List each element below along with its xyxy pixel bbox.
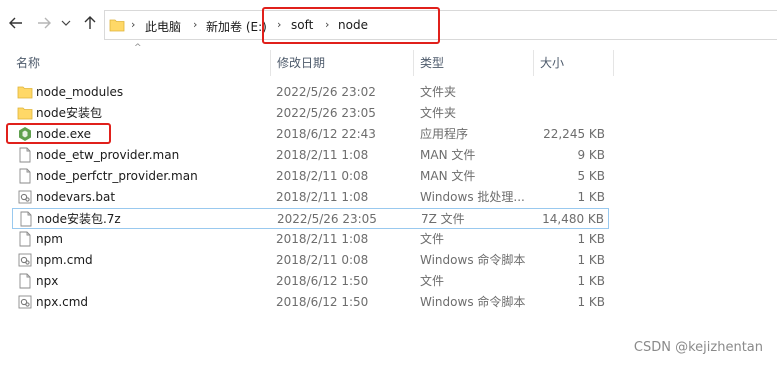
file-row[interactable]: npx.cmd 2018/6/12 1:50 Windows 命令脚本 1 KB (12, 292, 609, 313)
file-modified-date: 2022/5/26 23:05 (276, 106, 376, 120)
file-size: 1 KB (577, 232, 605, 246)
file-type: MAN 文件 (420, 169, 476, 183)
file-name: npm.cmd (36, 253, 93, 267)
breadcrumb-separator-icon: › (193, 18, 198, 31)
column-divider[interactable] (533, 50, 534, 76)
file-type: 文件夹 (420, 106, 457, 120)
file-modified-date: 2018/6/12 1:50 (276, 295, 369, 309)
file-modified-date: 2018/6/12 22:43 (276, 127, 376, 141)
file-name: npx (36, 274, 59, 288)
file-modified-date: 2018/2/11 1:08 (276, 190, 369, 204)
file-modified-date: 2018/2/11 1:08 (276, 148, 369, 162)
file-row[interactable]: npm 2018/2/11 1:08 文件 1 KB (12, 229, 609, 250)
column-divider[interactable] (270, 50, 271, 76)
batch-file-icon (17, 252, 33, 268)
column-header-name[interactable]: 名称 (16, 50, 40, 76)
file-type: 文件 (420, 232, 445, 246)
file-name: node_perfctr_provider.man (36, 169, 198, 183)
column-header-date[interactable]: 修改日期 (277, 50, 325, 76)
back-arrow-icon (9, 17, 22, 29)
file-row[interactable]: node_perfctr_provider.man 2018/2/11 0:08 M… (12, 166, 609, 187)
file-name: node安装包 (36, 106, 102, 120)
address-bar-row: › 此电脑 › 新加卷 (E:) › soft › node (0, 0, 777, 48)
file-name: node_etw_provider.man (36, 148, 180, 162)
back-button[interactable] (5, 12, 27, 34)
address-highlight-box (262, 7, 440, 44)
up-button[interactable] (79, 12, 101, 34)
file-icon (17, 168, 33, 184)
file-type: 7Z 文件 (421, 212, 465, 226)
file-type: 应用程序 (420, 127, 469, 141)
up-arrow-icon (84, 16, 96, 29)
batch-file-icon (17, 189, 33, 205)
file-icon (17, 273, 33, 289)
file-modified-date: 2018/2/11 0:08 (276, 253, 369, 267)
file-row[interactable]: node安装包 2022/5/26 23:05 文件夹 (12, 103, 609, 124)
file-type: 文件夹 (420, 85, 457, 99)
file-modified-date: 2018/6/12 1:50 (276, 274, 369, 288)
column-divider[interactable] (413, 50, 414, 76)
file-size: 5 KB (577, 169, 605, 183)
file-size: 1 KB (577, 274, 605, 288)
file-type: MAN 文件 (420, 148, 476, 162)
file-row[interactable]: npm.cmd 2018/2/11 0:08 Windows 命令脚本 1 KB (12, 250, 609, 271)
file-modified-date: 2022/5/26 23:02 (276, 85, 376, 99)
file-size: 14,480 KB (542, 212, 604, 226)
file-modified-date: 2018/2/11 0:08 (276, 169, 369, 183)
file-size: 1 KB (577, 295, 605, 309)
file-name: node安装包.7z (37, 212, 121, 226)
file-size: 22,245 KB (543, 127, 605, 141)
file-type: Windows 命令脚本 (420, 295, 526, 309)
file-name: npx.cmd (36, 295, 89, 309)
recent-locations-button[interactable] (59, 12, 73, 34)
file-icon (17, 147, 33, 163)
sort-ascending-icon: ^ (134, 43, 142, 53)
file-size: 1 KB (577, 190, 605, 204)
folder-icon (109, 19, 125, 32)
column-divider[interactable] (613, 50, 614, 76)
breadcrumb-separator-icon: › (131, 18, 136, 31)
file-size: 9 KB (577, 148, 605, 162)
file-name: nodevars.bat (36, 190, 116, 204)
file-name: npm (36, 232, 63, 246)
breadcrumb-drive[interactable]: 新加卷 (E:) (206, 18, 267, 35)
watermark: CSDN @kejizhentan (633, 340, 763, 355)
file-type: Windows 命令脚本 (420, 253, 526, 267)
file-row[interactable]: node安装包.7z 2022/5/26 23:05 7Z 文件 14,480 KB (12, 208, 609, 229)
file-row[interactable]: nodevars.bat 2018/2/11 1:08 Windows 批处理...… (12, 187, 609, 208)
forward-button[interactable] (33, 12, 55, 34)
folder-icon (17, 84, 33, 100)
folder-icon (17, 105, 33, 121)
batch-file-icon (17, 294, 33, 310)
file-row[interactable]: node_modules 2022/5/26 23:02 文件夹 (12, 82, 609, 103)
file-modified-date: 2018/2/11 1:08 (276, 232, 369, 246)
file-icon (17, 231, 33, 247)
node-exe-highlight-box (6, 123, 111, 144)
file-name: node_modules (36, 85, 124, 99)
chevron-down-icon (61, 20, 71, 26)
file-size: 1 KB (577, 253, 605, 267)
file-modified-date: 2022/5/26 23:05 (277, 212, 377, 226)
file-icon (18, 211, 34, 227)
file-type: Windows 批处理... (420, 190, 525, 204)
file-row[interactable]: npx 2018/6/12 1:50 文件 1 KB (12, 271, 609, 292)
column-header-type[interactable]: 类型 (420, 50, 444, 76)
file-row[interactable]: node_etw_provider.man 2018/2/11 1:08 MAN 文… (12, 145, 609, 166)
file-type: 文件 (420, 274, 445, 288)
column-header-size[interactable]: 大小 (540, 50, 564, 76)
breadcrumb-this-pc[interactable]: 此电脑 (145, 18, 181, 35)
address-bar[interactable]: › 此电脑 › 新加卷 (E:) › soft › node (104, 10, 777, 40)
forward-arrow-icon (38, 17, 51, 29)
